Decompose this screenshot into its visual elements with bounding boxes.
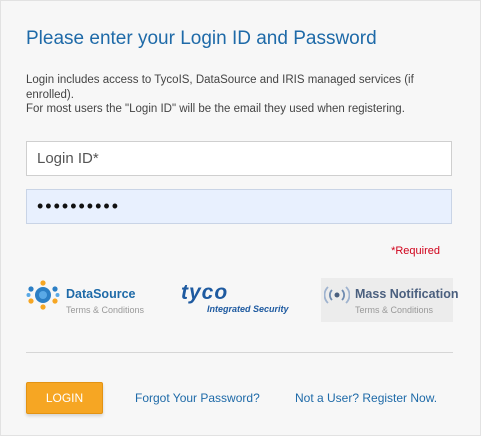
page-title: Please enter your Login ID and Password [26,28,377,49]
password-input[interactable] [26,189,452,224]
tyco-logo: tyco Integrated Security [179,279,299,323]
datasource-terms-link[interactable]: Terms & Conditions [66,305,144,315]
info-line: enrolled). [26,88,74,101]
login-id-input[interactable] [26,141,452,176]
login-panel: Please enter your Login ID and Password … [0,0,481,436]
required-note: *Required [391,245,440,257]
login-button[interactable]: LOGIN [26,382,103,414]
datasource-globe-icon [26,280,60,310]
divider [26,352,453,353]
info-line: Login includes access to TycoIS, DataSou… [26,74,414,86]
datasource-logo[interactable]: DataSource Terms & Conditions [26,279,166,323]
login-info-text: Login includes access to TycoIS, DataSou… [26,73,456,117]
tyco-wordmark: tyco [181,281,229,304]
mass-notification-logo[interactable]: Mass Notification Terms & Conditions [321,278,459,322]
datasource-name: DataSource [66,287,136,301]
info-line: For most users the "Login ID" will be th… [26,103,405,115]
tyco-subtitle: Integrated Security [207,304,289,314]
broadcast-icon [324,286,350,304]
forgot-password-link[interactable]: Forgot Your Password? [135,391,260,405]
mass-notification-terms-link[interactable]: Terms & Conditions [355,305,433,315]
register-link[interactable]: Not a User? Register Now. [295,391,437,405]
mass-notification-name: Mass Notification [355,287,459,301]
